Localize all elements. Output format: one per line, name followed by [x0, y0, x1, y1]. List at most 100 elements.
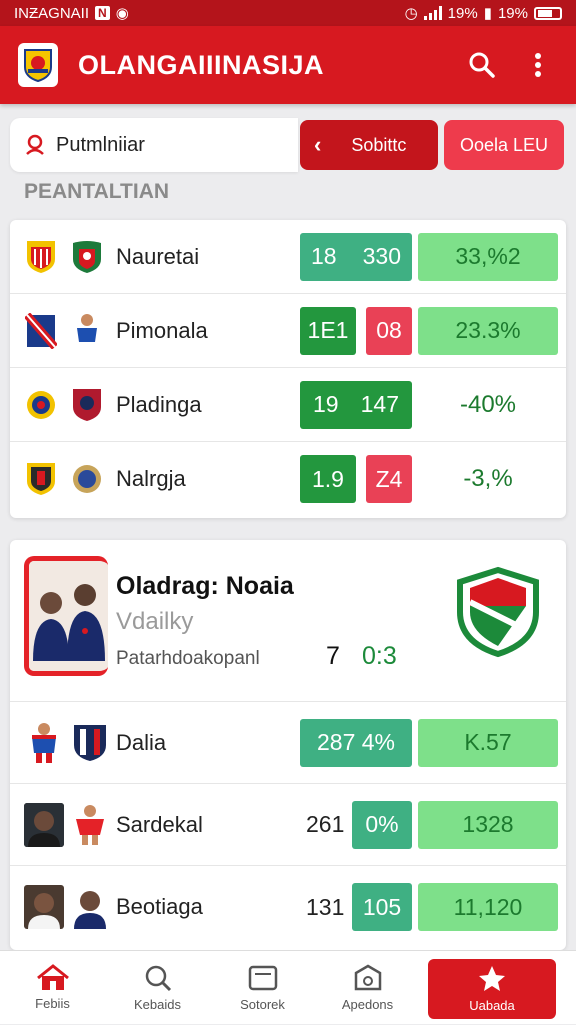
score-box-a[interactable]: 1E1 — [300, 306, 356, 355]
player-value: 261 — [306, 811, 345, 837]
score-box-a[interactable]: 1.9 — [300, 455, 356, 503]
camera-icon — [354, 964, 381, 991]
section-label: PEANTALTIAN — [24, 180, 170, 203]
club-crest-icon — [70, 721, 110, 765]
battery-small-icon: ▮ — [483, 5, 492, 22]
star-icon — [479, 966, 505, 991]
player-figure-icon — [24, 721, 64, 765]
search-icon — [469, 52, 495, 78]
featured-subtitle: Vdailky — [116, 608, 194, 635]
battery-percent-2: 19% — [497, 4, 528, 22]
player-percent-box[interactable]: 0% — [352, 800, 412, 849]
crest-logo-icon — [24, 49, 52, 83]
signal-icon — [423, 6, 442, 20]
player-name: Sardekal — [116, 811, 203, 837]
featured-league: Patarhdoakopanl — [116, 648, 260, 669]
opponent-crest-icon — [70, 386, 104, 424]
team-crest-icon — [24, 312, 58, 350]
notification-badge: N — [95, 6, 110, 20]
tv-icon — [248, 965, 277, 991]
home-icon — [36, 964, 69, 990]
player-row[interactable]: Beotiaga 131 105 11,120 — [10, 866, 566, 948]
battery-percent-1: 19% — [447, 4, 478, 22]
score-box[interactable]: 19 147 — [300, 380, 412, 429]
team-name: Nauretai — [116, 243, 200, 269]
featured-score-b: 0:3 — [362, 642, 397, 670]
search-button[interactable] — [462, 45, 502, 85]
match-row[interactable]: Nauretai 18 330 33,%2 — [10, 220, 566, 294]
user-pin-icon — [26, 134, 44, 155]
player-row[interactable]: Dalia 287 4% K.57 — [10, 702, 566, 784]
search-icon — [145, 965, 171, 992]
odds-box[interactable]: 33,%2 — [418, 232, 558, 281]
nav-favorites[interactable]: Uabada — [428, 958, 556, 1019]
match-row[interactable]: Nalrgja 1.9 Z4 -3,% — [10, 442, 566, 516]
score-a: 18 — [311, 243, 337, 269]
player-photo — [24, 802, 64, 847]
score-b: 330 — [362, 243, 401, 269]
nav-tv[interactable]: Sotorek — [210, 951, 315, 1025]
alarm-icon: ◷ — [404, 5, 418, 22]
app-title: OLANGAIIINASIJA — [78, 49, 325, 80]
nav-home-label: Febiis — [35, 996, 70, 1011]
location-search-field[interactable]: Putmlniiar — [10, 118, 298, 172]
odds-value[interactable]: -3,% — [418, 455, 558, 503]
team-crest-icon — [24, 386, 58, 424]
player-stat-box[interactable]: K.57 — [418, 718, 558, 767]
team-photo — [24, 556, 108, 676]
active-filter-button[interactable]: Ooela LEU — [444, 120, 564, 170]
player-percent-box[interactable]: 287 4% — [300, 718, 412, 767]
back-filter-button[interactable]: ‹ Sobittc — [300, 120, 438, 170]
score-a: 19 — [313, 391, 339, 417]
featured-card: Oladrag: Noaia Vdailky Patarhdoakopanl 7… — [10, 540, 566, 950]
player-photo — [24, 885, 64, 929]
nav-home[interactable]: Febiis — [0, 951, 105, 1025]
match-row[interactable]: Pladinga 19 147 -40% — [10, 368, 566, 442]
opponent-crest-icon — [70, 238, 104, 276]
player-row[interactable]: Sardekal 261 0% 1328 — [10, 784, 566, 866]
status-bar: INƵAGNAII N ◉ ◷ 19% ▮ 19% — [0, 0, 576, 26]
score-box[interactable]: 18 330 — [300, 232, 412, 281]
nav-camera-label: Apedons — [341, 997, 394, 1012]
match-row[interactable]: Pimonala 1E1 08 23.3% — [10, 294, 566, 368]
opponent-crest-icon — [70, 460, 104, 498]
team-name: Pimonala — [116, 317, 208, 343]
player-percent-box[interactable]: 105 — [352, 883, 412, 931]
featured-title: Oladrag: Noaia — [116, 572, 294, 600]
app-logo[interactable] — [18, 43, 58, 87]
carrier-text: INƵAGNAII — [14, 4, 90, 22]
score-box-b[interactable]: Z4 — [366, 455, 412, 503]
team-name: Pladinga — [116, 391, 202, 417]
nav-favorites-label: Uabada — [469, 998, 515, 1013]
back-filter-label: Sobittc — [351, 134, 407, 155]
app-bar: OLANGAIIINASIJA — [0, 26, 576, 104]
featured-score-a: 7 — [326, 642, 340, 670]
bottom-nav: Febiis Kebaids Sotorek Apedons Uabada — [0, 950, 576, 1024]
nav-tv-label: Sotorek — [240, 997, 285, 1012]
nav-search[interactable]: Kebaids — [105, 951, 210, 1025]
odds-box[interactable]: 23.3% — [418, 306, 558, 355]
featured-match[interactable]: Oladrag: Noaia Vdailky Patarhdoakopanl 7… — [10, 540, 566, 702]
team-crest-icon — [24, 238, 58, 276]
player-figure-icon — [70, 803, 110, 847]
more-menu-button[interactable] — [518, 45, 558, 85]
player-name: Beotiaga — [116, 894, 203, 919]
odds-value[interactable]: -40% — [418, 381, 558, 429]
nav-search-label: Kebaids — [134, 997, 181, 1012]
player-stat-box[interactable]: 1328 — [418, 800, 558, 849]
player-name: Dalia — [116, 729, 167, 755]
chevron-left-icon: ‹ — [314, 132, 322, 157]
score-b: 147 — [360, 391, 399, 417]
player-stat-box[interactable]: 11,120 — [418, 883, 558, 931]
search-text: Putmlniiar — [56, 133, 145, 156]
more-vertical-icon — [535, 53, 541, 77]
player-photo — [70, 885, 110, 929]
team-crest-icon — [24, 460, 58, 498]
player-value: 131 — [306, 893, 345, 920]
filter-row: Putmlniiar ‹ Sobittc Ooela LEU — [10, 118, 566, 172]
player-figure-icon — [70, 312, 104, 350]
shield-icon: ◉ — [115, 5, 129, 22]
nav-camera[interactable]: Apedons — [315, 951, 420, 1025]
club-shield-icon — [457, 566, 539, 658]
score-box-b[interactable]: 08 — [366, 306, 412, 355]
